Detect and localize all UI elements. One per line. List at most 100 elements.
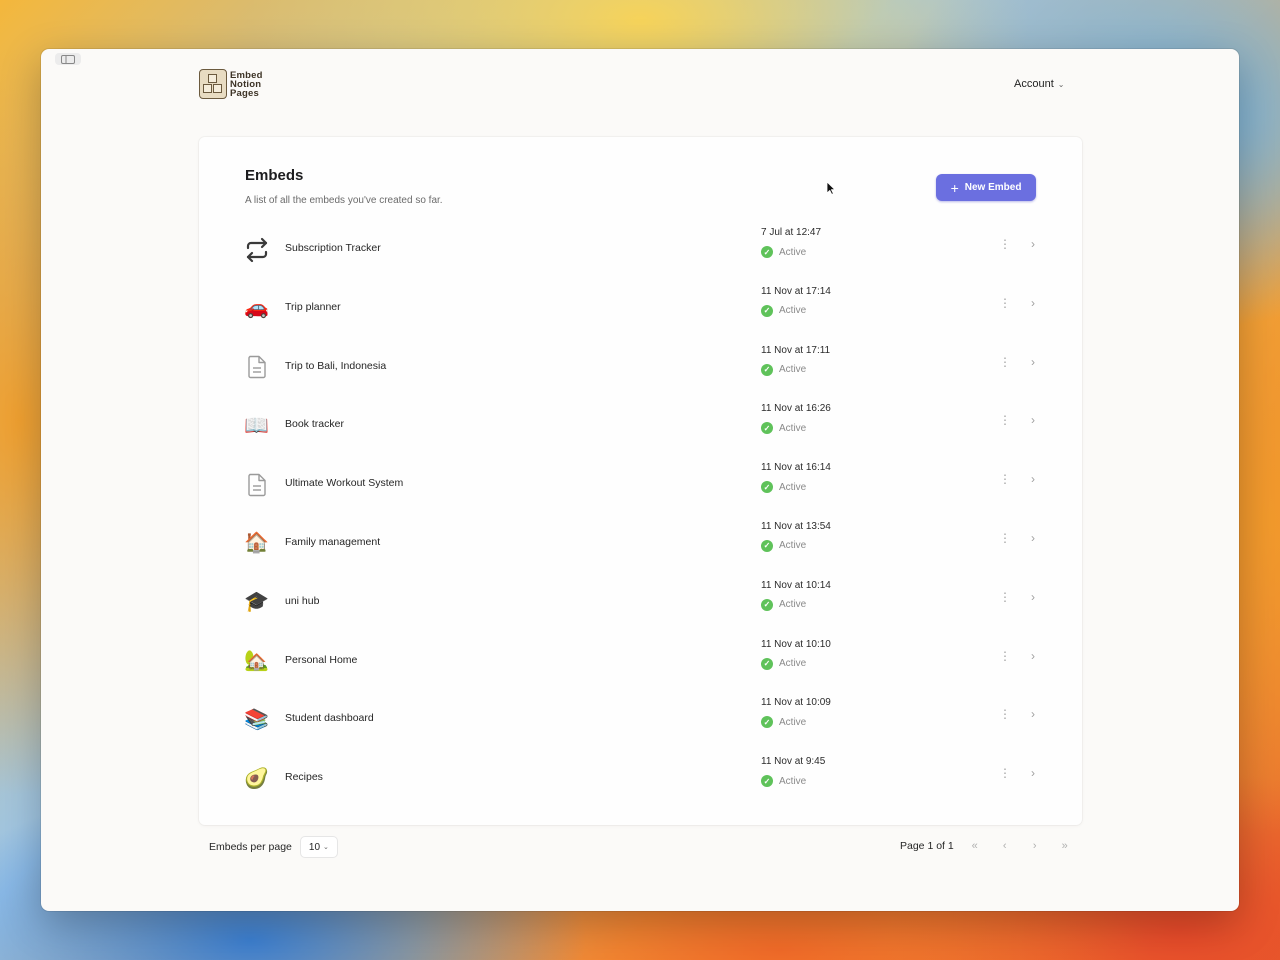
chevron-left-icon: ‹ [1002,840,1007,852]
account-label: Account [1014,78,1054,90]
next-page-button[interactable]: › [1020,836,1050,856]
chevron-down-icon: ⌄ [323,844,329,851]
chevron-right-icon[interactable]: › [1031,413,1035,427]
embed-name: Personal Home [285,653,358,666]
more-options-icon[interactable]: ⋮ [999,708,1011,720]
check-circle-icon: ✓ [761,481,773,494]
first-page-button[interactable]: « [960,836,990,856]
chevron-right-icon[interactable]: › [1031,590,1035,604]
check-circle-icon: ✓ [761,716,773,729]
more-options-icon[interactable]: ⋮ [999,297,1011,309]
double-chevron-right-icon: » [1061,840,1068,852]
embed-date: 11 Nov at 10:10 [761,638,831,650]
chevron-right-icon: › [1032,840,1037,852]
more-options-icon[interactable]: ⋮ [999,591,1011,603]
last-page-button[interactable]: » [1050,836,1080,856]
embed-row[interactable]: 🏡 Personal Home 11 Nov at 10:10 ✓ Active… [199,632,1082,691]
plus-icon: + [950,179,959,196]
page-subtitle: A list of all the embeds you've created … [245,195,443,206]
status-label: Active [779,481,807,493]
embed-name: Book tracker [285,418,344,431]
brand-logo[interactable]: Embed Notion Pages [199,69,263,99]
embed-row[interactable]: 📖 Book tracker 11 Nov at 16:26 ✓ Active … [199,396,1082,455]
status-badge: ✓ Active [761,657,807,670]
chevron-right-icon[interactable]: › [1031,237,1035,251]
embed-row[interactable]: Subscription Tracker 7 Jul at 12:47 ✓ Ac… [199,220,1082,279]
prev-page-button[interactable]: ‹ [990,836,1020,856]
status-badge: ✓ Active [761,539,807,552]
more-options-icon[interactable]: ⋮ [999,767,1011,779]
chevron-right-icon[interactable]: › [1031,472,1035,486]
check-circle-icon: ✓ [761,657,773,670]
logo-line-3: Pages [230,87,259,99]
app-window: Embed Notion Pages Account ⌄ Embeds A li… [41,49,1239,911]
more-options-icon[interactable]: ⋮ [999,356,1011,368]
embed-name: Family management [285,535,381,548]
embed-name: uni hub [285,594,320,607]
status-label: Active [779,364,807,376]
status-label: Active [779,540,807,552]
new-embed-label: New Embed [964,182,1022,193]
logo-cube-icon [199,69,227,99]
more-options-icon[interactable]: ⋮ [999,532,1011,544]
document-icon [243,471,270,498]
chevron-right-icon[interactable]: › [1031,355,1035,369]
status-label: Active [779,658,807,670]
chevron-right-icon[interactable]: › [1031,649,1035,663]
chevron-right-icon[interactable]: › [1031,766,1035,780]
more-options-icon[interactable]: ⋮ [999,238,1011,250]
more-options-icon[interactable]: ⋮ [999,414,1011,426]
status-badge: ✓ Active [761,363,807,376]
per-page-label: Embeds per page [209,841,292,853]
check-circle-icon: ✓ [761,775,773,788]
per-page-control: Embeds per page 10 ⌄ [209,836,338,858]
status-badge: ✓ Active [761,598,807,611]
car-icon: 🚗 [244,297,269,320]
embeds-card: Embeds A list of all the embeds you've c… [199,137,1082,825]
account-menu[interactable]: Account ⌄ [1014,78,1064,90]
embed-row[interactable]: 🎓 uni hub 11 Nov at 10:14 ✓ Active ⋮ › [199,573,1082,632]
status-badge: ✓ Active [761,716,806,729]
embed-row[interactable]: Ultimate Workout System 11 Nov at 16:14 … [199,455,1082,514]
embed-date: 11 Nov at 13:54 [761,520,831,532]
mouse-cursor-icon [826,181,836,200]
chevron-down-icon: ⌄ [1057,79,1065,89]
document-icon [243,354,270,381]
house-with-garden-icon: 🏡 [244,650,269,673]
more-options-icon[interactable]: ⋮ [999,650,1011,662]
embed-row[interactable]: Trip to Bali, Indonesia 11 Nov at 17:11 … [199,338,1082,397]
embed-date: 11 Nov at 9:45 [761,756,826,768]
status-badge: ✓ Active [761,304,807,317]
more-options-icon[interactable]: ⋮ [999,473,1011,485]
embed-name: Recipes [285,771,323,784]
status-label: Active [779,422,807,434]
graduation-cap-icon: 🎓 [244,591,269,614]
per-page-select[interactable]: 10 ⌄ [299,836,338,858]
status-badge: ✓ Active [761,775,806,788]
embed-row[interactable]: 🥑 Recipes 11 Nov at 9:45 ✓ Active ⋮ › [199,749,1082,808]
repeat-arrows-icon [243,236,270,263]
status-badge: ✓ Active [761,422,807,435]
embed-name: Ultimate Workout System [285,477,404,490]
embed-row[interactable]: 📚 Student dashboard 11 Nov at 10:09 ✓ Ac… [199,690,1082,749]
status-label: Active [779,246,807,258]
chevron-right-icon[interactable]: › [1031,531,1035,545]
avocado-icon: 🥑 [244,767,269,790]
embed-row[interactable]: 🚗 Trip planner 11 Nov at 17:14 ✓ Active … [199,279,1082,338]
check-circle-icon: ✓ [761,246,773,258]
check-circle-icon: ✓ [761,304,773,317]
embed-date: 11 Nov at 16:14 [761,462,831,474]
chevron-right-icon[interactable]: › [1031,707,1035,721]
status-label: Active [779,599,807,611]
check-circle-icon: ✓ [761,363,773,376]
status-badge: ✓ Active [761,246,806,258]
chevron-right-icon[interactable]: › [1031,296,1035,310]
new-embed-button[interactable]: + New Embed [936,174,1036,201]
house-icon: 🏠 [244,532,269,555]
page-info: Page 1 of 1 [900,840,954,852]
status-label: Active [779,305,807,317]
embed-row[interactable]: 🏠 Family management 11 Nov at 13:54 ✓ Ac… [199,514,1082,573]
double-chevron-left-icon: « [971,840,978,852]
window-sidebar-toggle[interactable] [55,53,81,65]
embeds-list: Subscription Tracker 7 Jul at 12:47 ✓ Ac… [199,220,1082,808]
